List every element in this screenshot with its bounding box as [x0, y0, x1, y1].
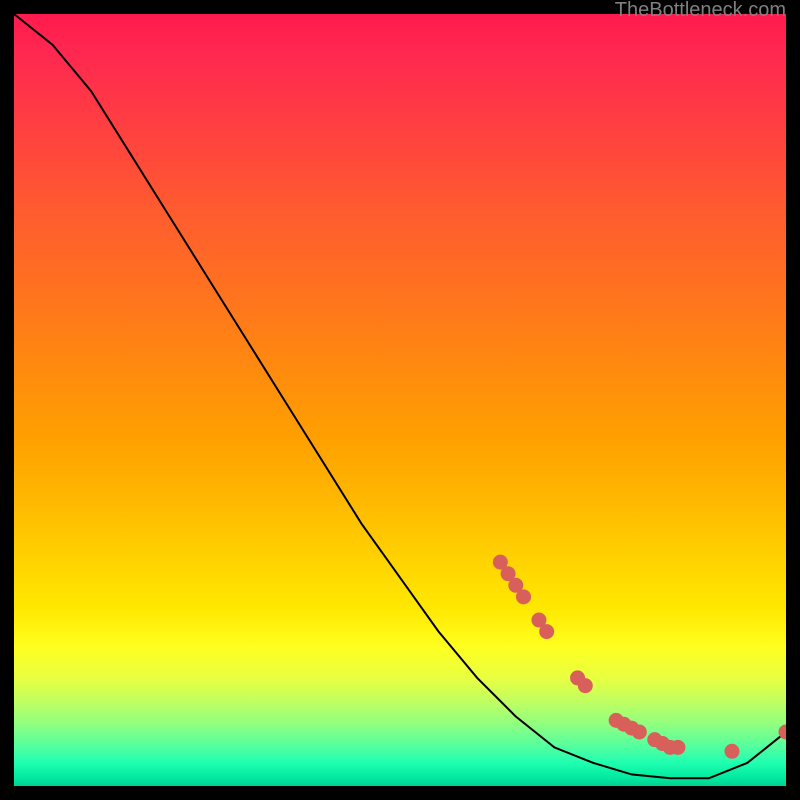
chart-svg	[14, 14, 786, 786]
data-point	[670, 740, 685, 755]
data-point	[632, 724, 647, 739]
watermark-text: TheBottleneck.com	[615, 0, 786, 22]
bottleneck-curve	[14, 14, 786, 778]
chart-area	[14, 14, 786, 786]
data-point	[578, 678, 593, 693]
highlighted-data-points	[493, 555, 786, 759]
data-point	[724, 744, 739, 759]
data-point	[516, 589, 531, 604]
data-point	[539, 624, 554, 639]
